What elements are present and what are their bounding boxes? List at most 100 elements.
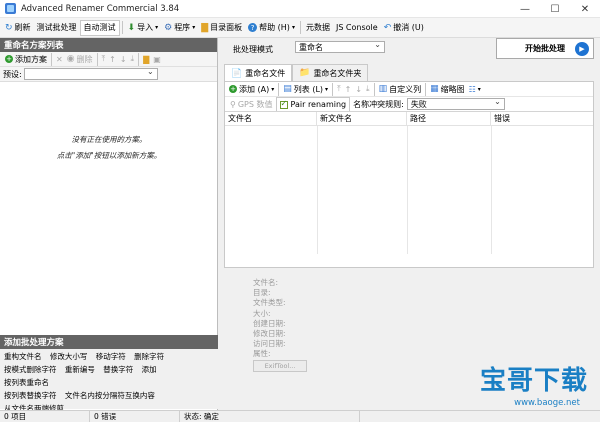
- directory-panel-button[interactable]: ▇ 目录面板: [198, 20, 245, 36]
- play-icon: ▶: [575, 42, 589, 56]
- move-bottom-button[interactable]: ⤓: [129, 51, 137, 67]
- prop-created: 创建日期:: [253, 318, 286, 328]
- js-console-button[interactable]: JS Console: [333, 20, 381, 36]
- refresh-button[interactable]: ↻ 刷新: [2, 20, 34, 36]
- method-list-header: 重命名方案列表: [0, 38, 217, 52]
- save-preset-button[interactable]: ▣: [151, 51, 163, 67]
- move-up-button[interactable]: ↑: [107, 51, 118, 67]
- column-path[interactable]: 路径: [407, 112, 491, 125]
- toolbar-separator: [96, 52, 98, 66]
- program-menu[interactable]: ⚙ 程序 ▾: [161, 20, 198, 36]
- method-link[interactable]: 修改大小写: [50, 352, 88, 361]
- method-link[interactable]: 移动字符: [96, 352, 126, 361]
- toolbar-separator: [278, 82, 280, 96]
- test-batch-button[interactable]: 测试批处理: [34, 20, 80, 36]
- move-top-button[interactable]: ⤒: [335, 81, 343, 97]
- watermark-url: www.baoge.net: [514, 398, 580, 408]
- method-link[interactable]: 删除字符: [134, 352, 164, 361]
- tab-gps-values[interactable]: ⚲ GPS 数值: [227, 97, 276, 111]
- thumbnail-icon: ▦: [430, 84, 439, 94]
- move-down-button[interactable]: ↓: [118, 51, 129, 67]
- add-files-menu[interactable]: + 添加 (A) ▾: [227, 81, 276, 97]
- preset-select[interactable]: [23, 67, 158, 80]
- exiftool-button[interactable]: ExifTool...: [253, 360, 307, 372]
- prop-filename: 文件名:: [253, 278, 279, 287]
- column-new-filename[interactable]: 新文件名: [317, 112, 407, 125]
- move-down-button[interactable]: ↓: [353, 81, 364, 97]
- checkbox-icon[interactable]: [279, 99, 288, 109]
- start-batch-button[interactable]: 开始批处理 ▶: [496, 38, 594, 59]
- grid-icon: ☷: [468, 84, 476, 94]
- maximize-button[interactable]: ☐: [540, 0, 570, 18]
- add-method-button[interactable]: + 添加方案: [3, 51, 49, 67]
- method-link[interactable]: 替换字符: [103, 365, 133, 374]
- method-link[interactable]: 重构文件名: [4, 352, 42, 361]
- open-preset-button[interactable]: ▇: [141, 51, 151, 67]
- list-menu[interactable]: ▤ 列表 (L) ▾: [281, 81, 330, 97]
- toolbar-separator: [332, 82, 334, 96]
- batch-methods-row: 按模式删除字符 重新编号 替换字符 添加 按列表重命名: [4, 363, 214, 389]
- tab-rename-files[interactable]: 📄 重命名文件: [224, 64, 293, 82]
- window-controls: — ☐ ✕: [510, 0, 600, 18]
- main-toolbar: ↻ 刷新 测试批处理 自动测试 ⬇ 导入 ▾ ⚙ 程序 ▾ ▇ 目录面板 ? 帮助 (H) ▾ …: [0, 18, 600, 38]
- import-menu[interactable]: ⬇ 导入 ▾: [125, 20, 162, 36]
- add-icon: +: [229, 85, 237, 93]
- undo-button[interactable]: ↶ 撤消 (U): [381, 20, 427, 36]
- file-toolbar: + 添加 (A) ▾ ▤ 列表 (L) ▾ ⤒ ↑ ↓ ⤓ ▥ 自定义列 ▦ 缩略图 ☷ ▾: [225, 82, 593, 97]
- options-subtabs: ⚲GPS 数值 Pair renaming 名称冲突规则: 失败: [225, 97, 593, 112]
- save-icon: ▣: [153, 54, 161, 64]
- method-link[interactable]: 按列表重命名: [4, 378, 49, 387]
- dropdown-arrow-icon: ▾: [271, 85, 275, 93]
- file-list-frame: + 添加 (A) ▾ ▤ 列表 (L) ▾ ⤒ ↑ ↓ ⤓ ▥ 自定义列 ▦ 缩略图 ☷ ▾ …: [224, 81, 594, 268]
- minimize-button[interactable]: —: [510, 0, 540, 18]
- location-pin-icon: ⚲: [230, 99, 236, 109]
- method-list-panel: 重命名方案列表 +添加方案 ✕ ◉删除 ⤒ ↑ ↓ ⤓ ▇ ▣ 预设: 没有正在…: [0, 38, 218, 413]
- file-icon: 📄: [231, 68, 243, 79]
- tab-pair-renaming[interactable]: Pair renaming: [275, 97, 351, 111]
- remove-x-button[interactable]: ✕: [54, 51, 65, 67]
- delete-method-button[interactable]: ◉ 删除: [65, 51, 95, 67]
- preset-row: 预设:: [0, 67, 217, 82]
- method-link[interactable]: 按列表替换字符: [4, 391, 57, 400]
- auto-test-toggle[interactable]: 自动测试: [79, 19, 120, 36]
- prop-directory: 目录:: [253, 288, 271, 298]
- file-folder-tabs: 📄 重命名文件 📁 重命名文件夹: [224, 64, 369, 82]
- column-divider: [491, 126, 492, 254]
- thumbnail-button[interactable]: ▦ 缩略图: [428, 81, 467, 97]
- preset-label: 预设:: [3, 69, 22, 79]
- undo-icon: ↶: [383, 22, 392, 33]
- batch-methods-row: 按列表替换字符 文件名内按分隔符互换内容: [4, 389, 214, 402]
- watermark-logo: 宝哥下载 www.baoge.net: [455, 360, 600, 410]
- window-title: Advanced Renamer Commercial 3.84: [21, 3, 180, 14]
- close-button[interactable]: ✕: [570, 0, 600, 18]
- method-link[interactable]: 添加: [142, 365, 157, 374]
- batch-methods-section: 添加批处理方案: [0, 335, 218, 349]
- help-menu[interactable]: ? 帮助 (H) ▾: [245, 20, 298, 36]
- move-bottom-button[interactable]: ⤓: [364, 81, 372, 97]
- file-grid-body[interactable]: [225, 126, 593, 254]
- prop-modified: 修改日期:: [253, 329, 286, 339]
- column-error[interactable]: 错误: [491, 112, 593, 125]
- move-up-button[interactable]: ↑: [343, 81, 354, 97]
- move-top-button[interactable]: ⤒: [100, 51, 108, 67]
- column-filename[interactable]: 文件名: [225, 112, 317, 125]
- name-conflict-select[interactable]: 失败: [406, 97, 505, 110]
- prop-accessed: 访问日期:: [253, 339, 286, 349]
- move-top-icon: ⤒: [101, 54, 106, 63]
- view-options-menu[interactable]: ☷ ▾: [467, 81, 483, 97]
- status-state: 状态: 确定: [180, 410, 360, 422]
- status-bar: 0 项目 0 错误 状态: 确定: [0, 410, 600, 422]
- metadata-button[interactable]: 元数据: [303, 20, 333, 36]
- tab-rename-folders[interactable]: 📁 重命名文件夹: [292, 64, 369, 81]
- method-link[interactable]: 文件名内按分隔符互换内容: [65, 391, 155, 400]
- custom-columns-button[interactable]: ▥ 自定义列: [377, 81, 424, 97]
- batch-mode-select[interactable]: 重命名: [295, 40, 385, 53]
- column-divider: [317, 126, 318, 254]
- arrow-up-icon: ↑: [109, 54, 116, 64]
- file-properties: 文件名: 目录: 文件类型: 大小: 创建日期: 修改日期: 访问日期: 属性:: [253, 278, 286, 360]
- method-link[interactable]: 按模式删除字符: [4, 365, 57, 374]
- toolbar-separator: [51, 52, 52, 66]
- method-link[interactable]: 重新编号: [65, 365, 95, 374]
- move-top-icon: ⤒: [337, 84, 341, 93]
- program-icon: ⚙: [164, 22, 173, 33]
